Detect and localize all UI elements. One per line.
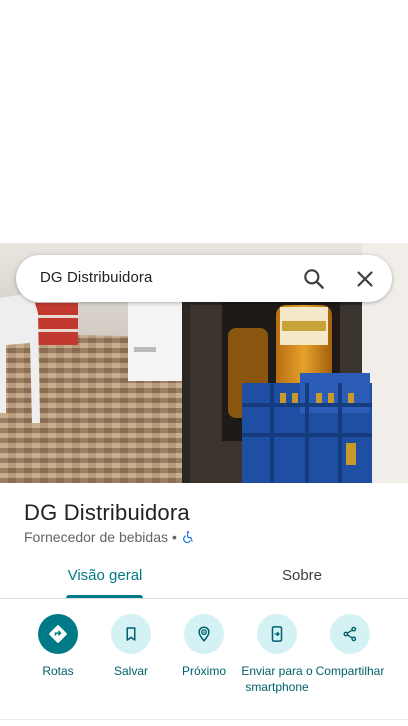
search-icon[interactable] [301,266,327,292]
bottom-divider [0,719,408,720]
directions-label: Rotas [42,664,74,678]
separator-dot: • [172,529,177,545]
tab-about[interactable]: Sobre [262,567,342,584]
share-icon [330,614,370,654]
place-name: DG Distribuidora [24,500,190,525]
nearby-button[interactable]: Próximo [164,614,244,679]
place-category: Fornecedor de bebidas [24,529,168,545]
send-to-phone-icon [257,614,297,654]
save-button[interactable]: Salvar [91,614,171,679]
share-button[interactable]: Compartilhar [310,614,390,679]
place-category-row: Fornecedor de bebidas • [24,529,195,545]
place-page: DG Distribuidora DG Distribuidora Fornec… [0,0,408,726]
tab-overview[interactable]: Visão geral [54,567,156,584]
nearby-label: Próximo [181,664,226,678]
nearby-icon [184,614,224,654]
search-query-text[interactable]: DG Distribuidora [40,269,152,286]
directions-button[interactable]: Rotas [18,614,98,679]
wheelchair-icon [181,530,195,544]
send-to-phone-button[interactable]: Enviar para o smartphone [237,614,317,695]
bookmark-icon [111,614,151,654]
save-label: Salvar [113,664,148,678]
send-to-phone-label: Enviar para o smartphone [241,664,313,694]
share-label: Compartilhar [315,664,385,678]
tab-divider [0,598,408,599]
search-bar[interactable]: DG Distribuidora [16,255,392,302]
directions-icon [38,614,78,654]
close-icon[interactable] [352,266,378,292]
